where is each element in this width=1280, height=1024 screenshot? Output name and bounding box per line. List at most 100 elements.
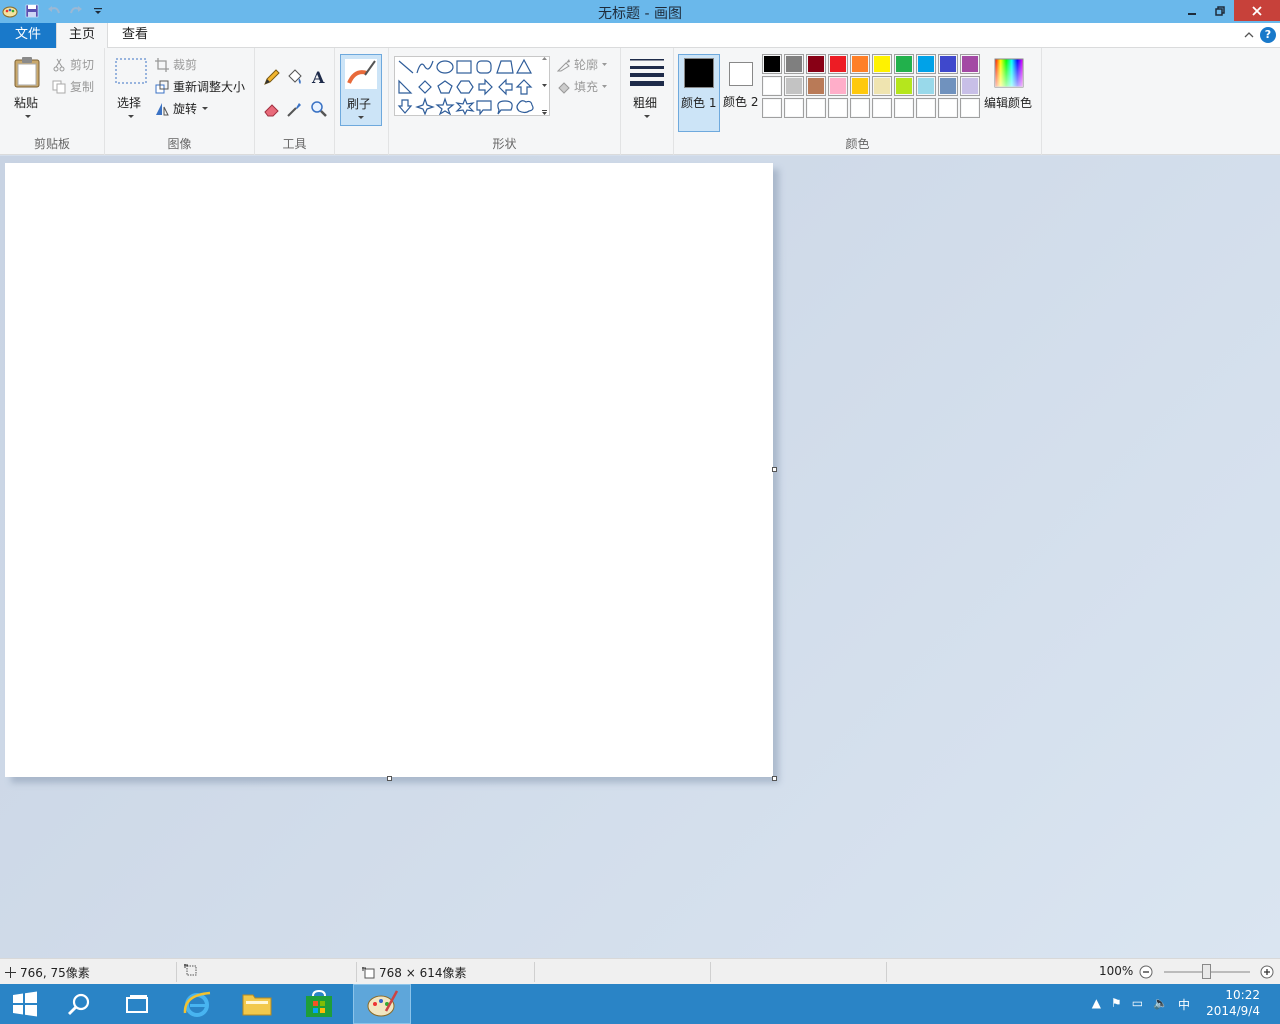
palette-swatch-color [962, 78, 978, 94]
cut-button[interactable]: 剪切 [52, 56, 94, 73]
ie-button[interactable] [168, 984, 226, 1024]
palette-swatch[interactable] [894, 98, 914, 118]
palette-swatch[interactable] [960, 76, 980, 96]
palette-swatch[interactable] [938, 76, 958, 96]
eraser-icon[interactable] [263, 100, 281, 118]
palette-swatch-color [786, 78, 802, 94]
canvas-area[interactable] [0, 156, 1280, 958]
select-button[interactable]: 选择 [111, 56, 151, 126]
restore-button[interactable] [1206, 0, 1234, 21]
palette-swatch[interactable] [828, 76, 848, 96]
action-center-flag-icon[interactable]: ⚑ [1111, 996, 1122, 1013]
edit-colors-button[interactable]: 编辑颜色 [984, 54, 1036, 124]
expand-gallery-icon[interactable] [541, 109, 548, 116]
palette-swatch[interactable] [762, 98, 782, 118]
store-button[interactable] [290, 984, 348, 1024]
collapse-ribbon-icon[interactable] [1244, 28, 1254, 42]
group-shapes: 轮廓 填充 形状 [389, 48, 621, 155]
color1-button[interactable]: 颜色 1 [678, 54, 720, 132]
palette-swatch[interactable] [762, 76, 782, 96]
pencil-icon[interactable] [263, 68, 281, 86]
palette-swatch[interactable] [762, 54, 782, 74]
zoom-in-icon[interactable] [1260, 965, 1274, 979]
outline-button[interactable]: 轮廓 [557, 56, 608, 73]
fill-button[interactable]: 填充 [557, 78, 608, 95]
task-view-icon [126, 995, 148, 1013]
text-tool-icon[interactable]: A [310, 68, 328, 86]
palette-swatch[interactable] [938, 54, 958, 74]
palette-swatch[interactable] [894, 76, 914, 96]
rotate-button[interactable]: 旋转 [155, 100, 209, 117]
resize-handle-corner[interactable] [772, 776, 777, 781]
palette-swatch[interactable] [916, 76, 936, 96]
crop-icon [155, 57, 169, 72]
copy-button[interactable]: 复制 [52, 78, 94, 95]
taskbar-clock[interactable]: 10:22 2014/9/4 [1206, 987, 1260, 1019]
tab-view[interactable]: 查看 [110, 23, 160, 48]
close-button[interactable] [1234, 0, 1280, 21]
color2-button[interactable]: 颜色 2 [722, 54, 762, 132]
tab-file[interactable]: 文件 [0, 23, 56, 48]
palette-swatch[interactable] [784, 76, 804, 96]
palette-swatch[interactable] [916, 54, 936, 74]
paint-taskbar-button[interactable] [353, 984, 411, 1024]
paste-button[interactable]: 粘贴 [8, 54, 46, 126]
palette-swatch[interactable] [828, 54, 848, 74]
task-view-button[interactable] [108, 984, 166, 1024]
color-picker-icon[interactable] [286, 100, 304, 118]
zoom-out-icon[interactable] [1139, 965, 1153, 979]
size-button[interactable]: 粗细 [627, 54, 667, 126]
paste-icon [14, 57, 40, 88]
file-explorer-button[interactable] [228, 984, 286, 1024]
zoom-slider-thumb[interactable] [1202, 964, 1211, 979]
magnifier-icon[interactable] [310, 100, 328, 118]
resize-handle-right[interactable] [772, 467, 777, 472]
palette-swatch[interactable] [806, 98, 826, 118]
resize-button[interactable]: 重新调整大小 [155, 78, 245, 95]
system-tray: ▲ ⚑ ▭ 🔈 中 [1092, 996, 1190, 1013]
scissors-icon [53, 58, 65, 71]
search-button[interactable] [50, 984, 108, 1024]
resize-handle-bottom[interactable] [387, 776, 392, 781]
palette-swatch[interactable] [894, 54, 914, 74]
internet-explorer-icon [183, 991, 211, 1017]
drawing-canvas[interactable] [5, 163, 773, 777]
group-brushes: 刷子 [335, 48, 389, 155]
palette-swatch[interactable] [850, 98, 870, 118]
fill-bucket-icon[interactable] [286, 68, 304, 86]
show-hidden-icons-icon[interactable]: ▲ [1092, 996, 1101, 1013]
help-icon[interactable]: ? [1260, 27, 1276, 43]
volume-icon[interactable]: 🔈 [1153, 996, 1168, 1013]
selection-size [184, 964, 197, 976]
palette-swatch[interactable] [916, 98, 936, 118]
palette-swatch[interactable] [960, 98, 980, 118]
palette-swatch[interactable] [806, 54, 826, 74]
fill-icon [558, 81, 570, 94]
diamond-shape-icon [418, 80, 432, 94]
palette-swatch[interactable] [850, 54, 870, 74]
six-point-star-shape-icon [455, 97, 475, 116]
tab-home[interactable]: 主页 [56, 23, 108, 49]
palette-swatch[interactable] [938, 98, 958, 118]
brushes-button[interactable]: 刷子 [340, 54, 382, 126]
scroll-up-icon[interactable] [541, 56, 548, 61]
palette-swatch[interactable] [828, 98, 848, 118]
palette-swatch[interactable] [850, 76, 870, 96]
network-icon[interactable]: ▭ [1132, 996, 1143, 1013]
scroll-down-icon[interactable] [541, 83, 548, 88]
rounded-rectangle-shape-icon [476, 60, 492, 74]
shapes-scroll[interactable] [539, 56, 549, 116]
palette-swatch[interactable] [960, 54, 980, 74]
start-button[interactable] [0, 984, 50, 1024]
palette-swatch[interactable] [872, 98, 892, 118]
palette-swatch[interactable] [806, 76, 826, 96]
crop-button[interactable]: 裁剪 [155, 56, 197, 73]
ime-indicator[interactable]: 中 [1178, 996, 1190, 1013]
zoom-level: 100% [1099, 964, 1133, 978]
palette-swatch[interactable] [784, 98, 804, 118]
palette-swatch[interactable] [872, 54, 892, 74]
palette-swatch-color [852, 56, 868, 72]
minimize-button[interactable] [1178, 0, 1206, 21]
palette-swatch[interactable] [872, 76, 892, 96]
palette-swatch[interactable] [784, 54, 804, 74]
